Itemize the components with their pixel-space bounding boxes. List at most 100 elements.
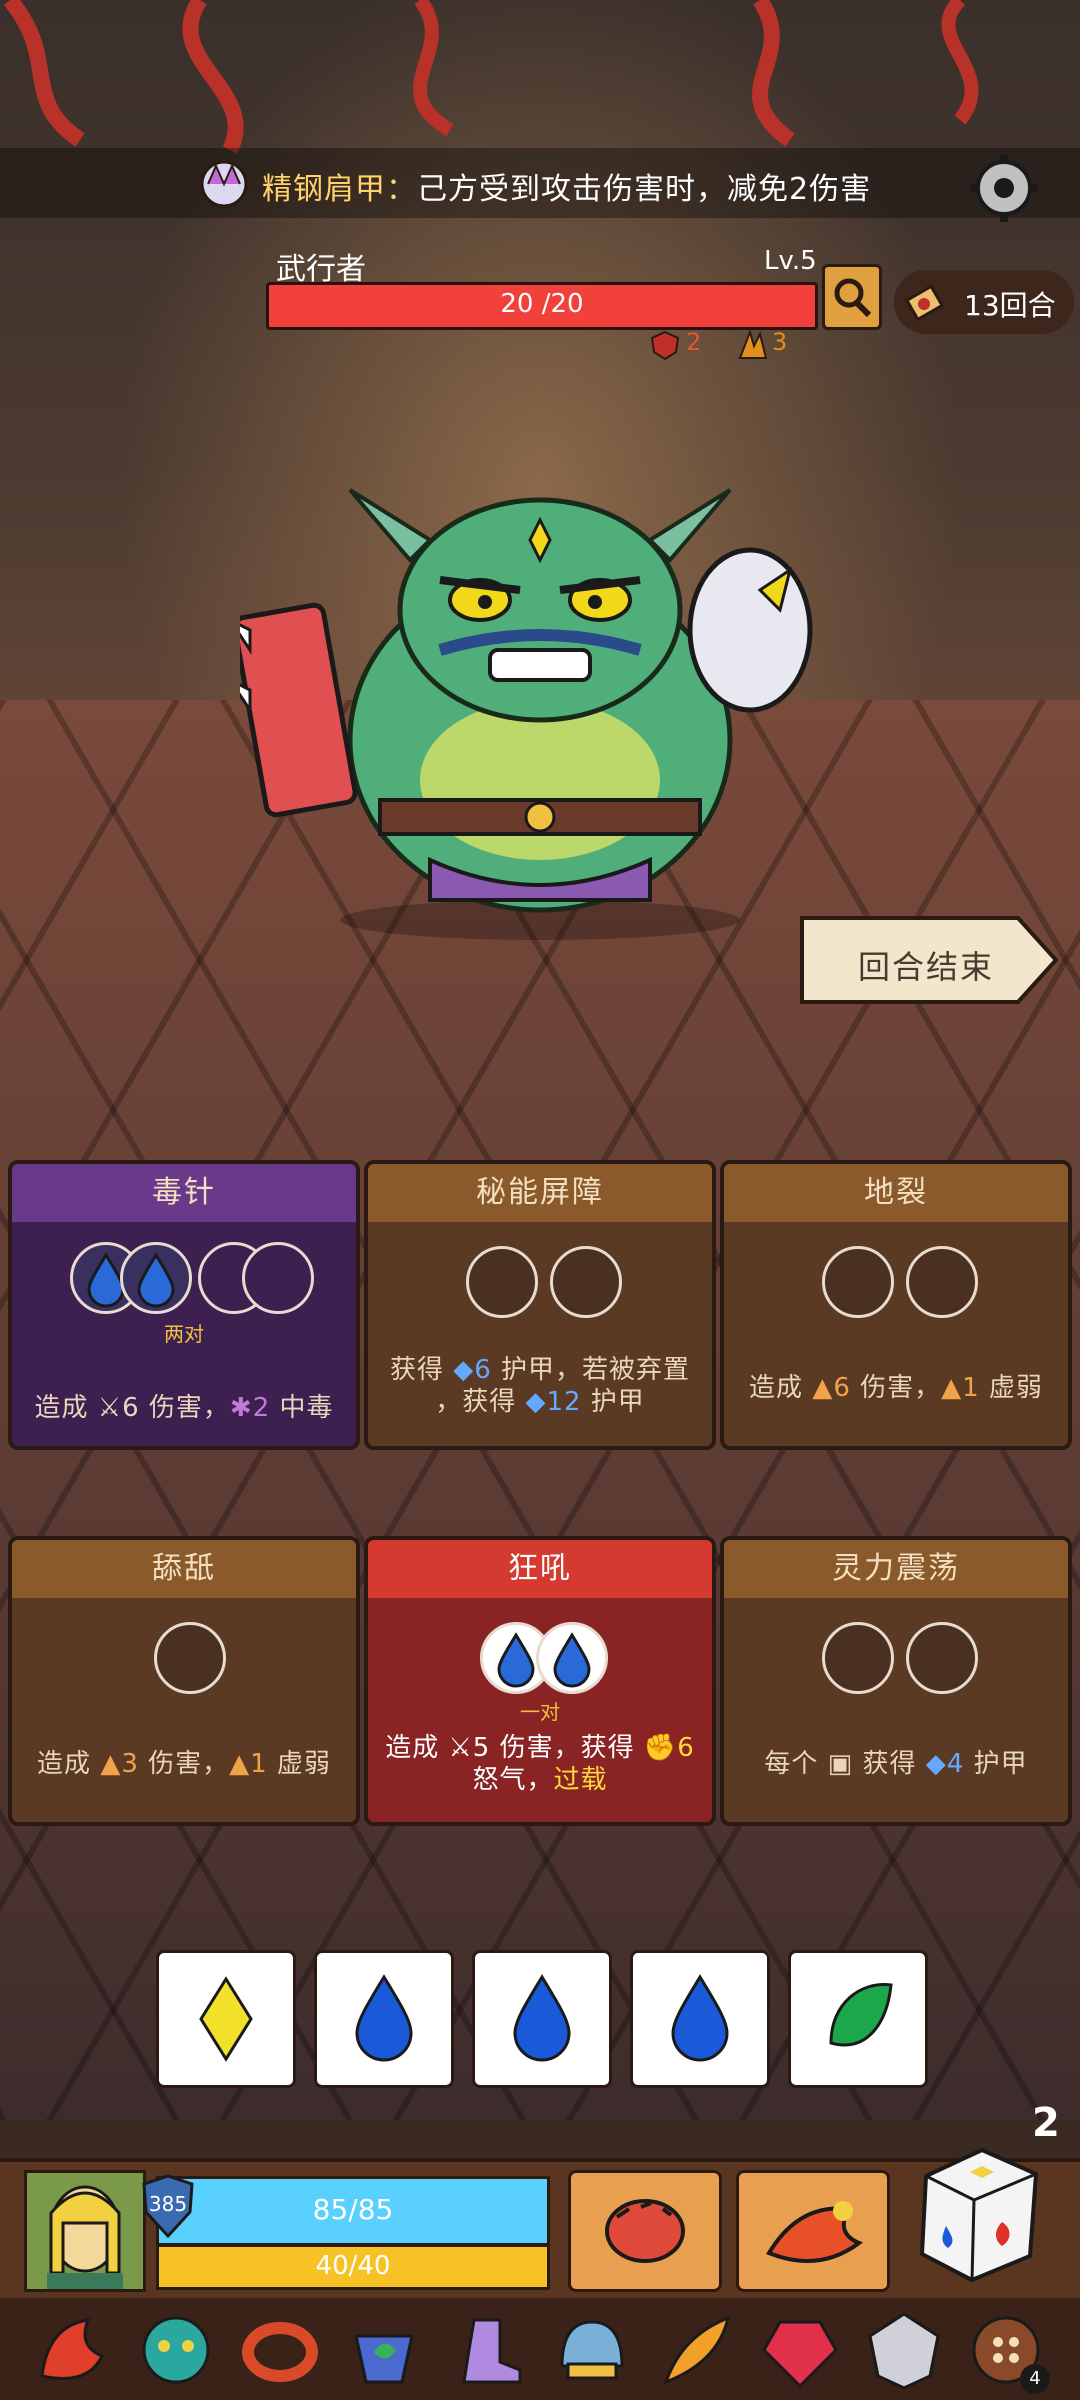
bracelet-relic-icon[interactable] [236,2306,324,2394]
enemy-status-1-value: 2 [686,328,702,356]
poison-value: 2 [252,1393,271,1423]
red-fist-icon [605,2199,685,2263]
armor-value: 12 [546,1387,582,1417]
relic-effect: 己方受到攻击伤害时，减免2伤害 [417,172,872,207]
desc-text: ，获得 [435,1387,526,1417]
fist-icon: ✊ [643,1733,678,1763]
damage-value: 6 [833,1373,851,1403]
card-title: 地裂 [724,1164,1068,1222]
desc-text: 造成 [385,1733,449,1763]
card-arcane-barrier[interactable]: 秘能屏障 获得 ◆6 护甲，若被弃置 ，获得 ◆12 护甲 [364,1160,716,1450]
card-spirit-shock[interactable]: 灵力震荡 每个 ▣ 获得 ◆4 护甲 [720,1536,1072,1826]
blue-drop-icon [553,1632,591,1688]
round-label: 13回合 [964,289,1056,322]
desc-text: 虚弱 [979,1373,1043,1403]
desc-text: 虚弱 [267,1749,331,1779]
card-title: 灵力震荡 [724,1540,1068,1598]
leaf-cup-relic-icon[interactable] [340,2306,428,2394]
settings-gear-icon[interactable] [966,150,1042,226]
die-yellow-diamond[interactable] [156,1950,296,2088]
ruby-relic-icon[interactable] [756,2306,844,2394]
dice-slot-empty[interactable] [550,1246,622,1318]
fire-relic-icon[interactable] [28,2306,116,2394]
card-roar[interactable]: 狂吼 一对 造成 ⚔5 伤害，获得 ✊6 怒气，过载 [364,1536,716,1826]
end-turn-button[interactable]: 回合结束 [798,914,1060,1006]
relic-name: 精钢肩甲： [262,172,417,207]
player-hp-text: 85/85 [312,2193,394,2226]
goblin-enemy[interactable] [240,480,840,940]
card-title: 毒针 [12,1164,356,1222]
sword-icon: ⚔ [97,1393,123,1423]
card-description: 造成 ⚔5 伤害，获得 ✊6 怒气，过载 [378,1732,702,1796]
dice-slot-empty[interactable] [822,1622,894,1694]
desc-text: 中毒 [270,1393,334,1423]
skill-fist-button[interactable] [568,2170,722,2292]
die-blue-drop[interactable] [472,1950,612,2088]
dice-slot-filled[interactable] [536,1622,608,1694]
dice-slot-empty[interactable] [906,1622,978,1694]
player-rage-bar: 40/40 [156,2244,550,2290]
weak-value: 1 [962,1373,980,1403]
enemy-hp-bar: 20 /20 [266,282,818,330]
feather-relic-icon[interactable] [652,2306,740,2394]
dice-slot-empty[interactable] [242,1242,314,1314]
card-icon: ▣ [827,1749,854,1779]
weak-icon: ▲ [229,1749,251,1779]
armor-shield-icon: ◆ [525,1387,547,1417]
dice-slot-empty[interactable] [822,1246,894,1318]
desc-text: 护甲 [964,1749,1028,1779]
card-earth-split[interactable]: 地裂 造成 ▲6 伤害，▲1 虚弱 [720,1160,1072,1450]
desc-text: 获得 [853,1749,926,1779]
helmet-relic-icon[interactable] [548,2306,636,2394]
card-poison-needle[interactable]: 毒针 两对 造成 ⚔6 伤害，✱2 中毒 [8,1160,360,1450]
shoulder-armor-icon [200,160,248,208]
desc-text: 护甲 [581,1387,645,1417]
demon-mask-relic-icon[interactable] [132,2306,220,2394]
crystal-relic-icon[interactable] [860,2306,948,2394]
die-blue-drop[interactable] [314,1950,454,2088]
skill-fire-button[interactable] [736,2170,890,2292]
card-description: 造成 ▲6 伤害，▲1 虚弱 [734,1372,1058,1404]
dice-slot-empty[interactable] [154,1622,226,1694]
player-avatar[interactable] [24,2170,146,2292]
magnifier-icon [834,278,872,318]
reroll-die-button[interactable] [912,2136,1046,2286]
player-armor-value: 385 [148,2192,188,2216]
enemy-level: Lv.5 [764,246,817,276]
sword-icon: ⚔ [448,1733,473,1763]
dice-slot-empty[interactable] [906,1246,978,1318]
round-counter: 13回合 [894,270,1074,334]
die-green-leaf[interactable] [788,1950,928,2088]
damage-value: 6 [122,1393,140,1423]
damage-icon: ▲ [100,1749,122,1779]
blue-drop-icon [137,1252,175,1308]
player-rage-text: 40/40 [315,2251,391,2281]
card-lick[interactable]: 舔舐 造成 ▲3 伤害，▲1 虚弱 [8,1536,360,1826]
enemy-status-2-value: 3 [772,328,788,356]
fire-blast-icon [766,2201,864,2263]
dice-slot-filled[interactable] [120,1242,192,1314]
desc-text: 造成 [749,1373,813,1403]
boot-relic-icon[interactable] [444,2306,532,2394]
hero-portrait-icon [27,2173,143,2289]
inspect-enemy-button[interactable] [822,264,882,330]
desc-text: 伤害，获得 [490,1733,644,1763]
blue-drop-icon [513,1974,571,2062]
green-leaf-icon [829,1983,893,2047]
card-description: 造成 ⚔6 伤害，✱2 中毒 [22,1392,346,1424]
card-title: 狂吼 [368,1540,712,1598]
desc-text: 伤害， [139,1393,230,1423]
card-title: 秘能屏障 [368,1164,712,1222]
desc-text: 怒气， [472,1765,554,1795]
blue-drop-icon [671,1974,729,2062]
enemy-strength-icon [650,330,680,361]
dice-slot-empty[interactable] [466,1246,538,1318]
die-blue-drop[interactable] [630,1950,770,2088]
desc-text: 伤害， [850,1373,942,1403]
enemy-weak-icon [738,328,768,359]
enemy-hp-text: 20 /20 [500,289,584,319]
damage-value: 5 [472,1733,491,1763]
desc-text: 造成 [37,1749,101,1779]
weak-value: 1 [250,1749,268,1779]
weak-icon: ▲ [941,1373,963,1403]
